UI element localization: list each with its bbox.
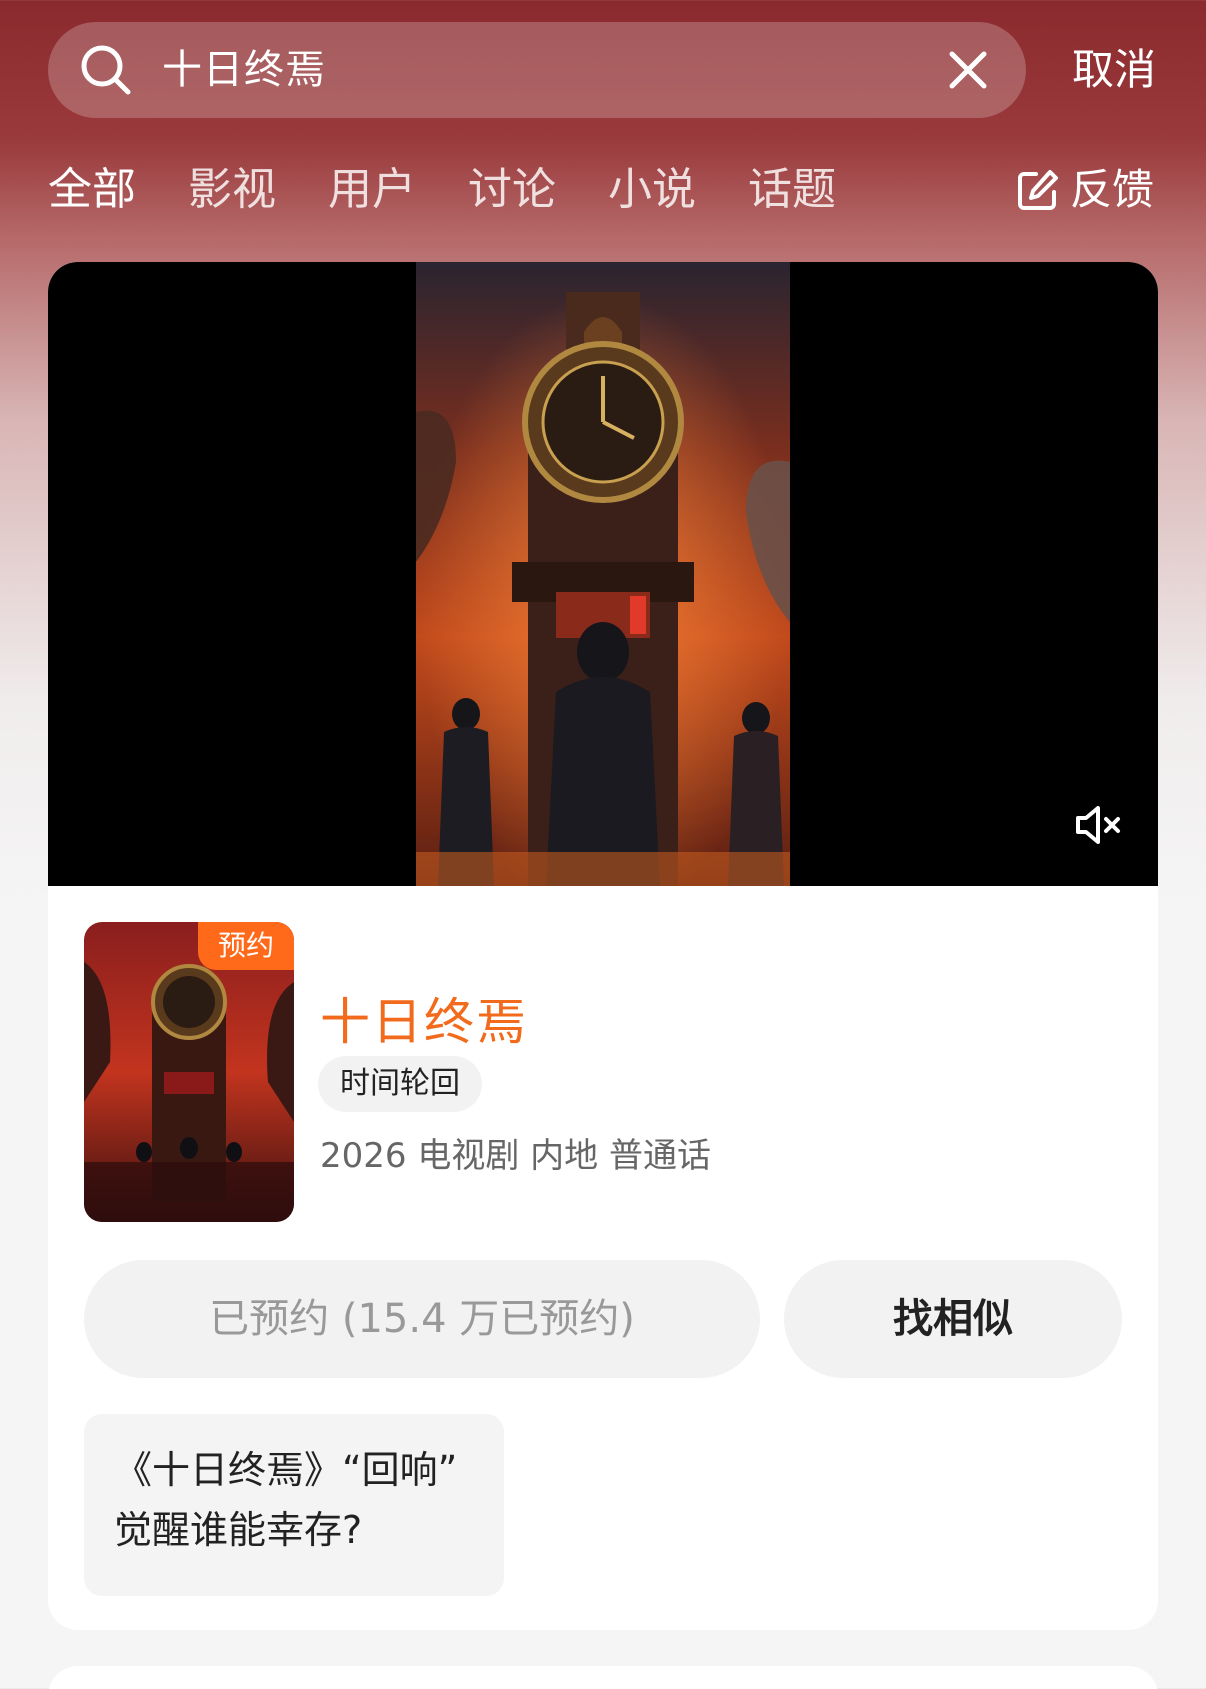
tab-novel[interactable]: 小说 bbox=[608, 160, 696, 220]
related-topic-line: 觉醒谁能幸存? bbox=[114, 1508, 363, 1552]
feedback-button[interactable]: 反馈 bbox=[1016, 160, 1154, 220]
tab-video[interactable]: 影视 bbox=[188, 160, 276, 220]
video-player[interactable] bbox=[48, 262, 1158, 886]
tab-users[interactable]: 用户 bbox=[328, 160, 416, 220]
video-poster bbox=[416, 262, 790, 886]
tab-all[interactable]: 全部 bbox=[48, 160, 136, 220]
tab-topic[interactable]: 话题 bbox=[748, 160, 836, 220]
search-input[interactable]: 十日终焉 bbox=[162, 22, 326, 118]
show-title[interactable]: 十日终焉 bbox=[320, 982, 528, 1054]
search-icon bbox=[81, 45, 131, 95]
find-similar-button[interactable]: 找相似 bbox=[784, 1260, 1122, 1378]
show-meta: 2026 电视剧 内地 普通话 bbox=[320, 1136, 711, 1176]
clear-icon[interactable] bbox=[946, 48, 990, 92]
genre-tag[interactable]: 时间轮回 bbox=[318, 1056, 482, 1112]
result-card: 预约 十日终焉 时间轮回 2026 电视剧 内地 普通话 已预约 (15.4 万… bbox=[48, 262, 1158, 1630]
search-tabs: 全部 影视 用户 讨论 小说 话题 bbox=[48, 160, 888, 220]
reserved-button[interactable]: 已预约 (15.4 万已预约) bbox=[84, 1260, 760, 1378]
next-result-card bbox=[48, 1666, 1158, 1689]
reservation-badge: 预约 bbox=[198, 922, 294, 970]
cancel-button[interactable]: 取消 bbox=[1072, 22, 1156, 118]
tab-discussion[interactable]: 讨论 bbox=[468, 160, 556, 220]
poster-thumbnail[interactable]: 预约 bbox=[84, 922, 294, 1222]
edit-icon bbox=[1018, 170, 1058, 210]
related-topic-card[interactable]: 《十日终焉》“回响” 觉醒谁能幸存? bbox=[84, 1414, 504, 1596]
related-topic-line: 《十日终焉》“回响” bbox=[114, 1448, 458, 1492]
mute-icon[interactable] bbox=[1072, 798, 1126, 852]
feedback-label: 反馈 bbox=[1070, 165, 1155, 214]
search-bar[interactable]: 十日终焉 bbox=[48, 22, 1026, 118]
